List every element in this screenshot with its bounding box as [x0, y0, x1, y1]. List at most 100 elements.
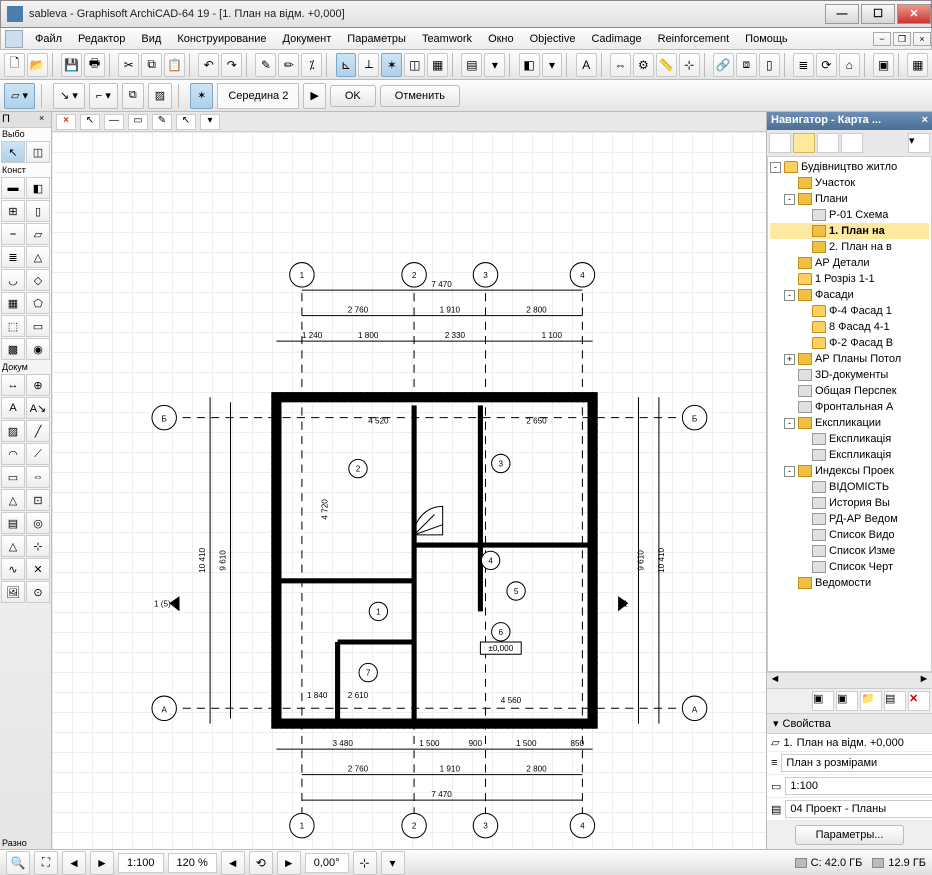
tree-node[interactable]: Общая Перспек	[770, 383, 929, 399]
snap-mode-5-icon[interactable]: ▦	[427, 53, 448, 77]
extra-icon[interactable]: ▦	[907, 53, 928, 77]
window-tool-icon[interactable]: ⊞	[1, 200, 25, 222]
arrow-tool-icon[interactable]: ↖	[1, 141, 25, 163]
tree-node[interactable]: -Будівництво житло	[770, 159, 929, 175]
menu-окно[interactable]: Окно	[480, 31, 522, 47]
toolbox-close-icon[interactable]: ×	[39, 113, 49, 126]
zoom-fit-icon[interactable]: ⛶	[34, 851, 58, 875]
scale-field[interactable]: 1:100	[118, 853, 164, 873]
cut-icon[interactable]: ✂	[118, 53, 139, 77]
tree-node[interactable]: -Фасади	[770, 287, 929, 303]
slab-tool-icon[interactable]: ▱	[26, 223, 50, 245]
distribute-icon[interactable]: ⇔	[610, 53, 631, 77]
view-dropdown-icon[interactable]: ▾	[542, 53, 563, 77]
figure-tool-icon[interactable]: 🖼	[1, 581, 25, 603]
tree-node[interactable]: Ведомости	[770, 575, 929, 591]
cancel-button[interactable]: Отменить	[380, 85, 460, 107]
app-menu-icon[interactable]	[5, 30, 23, 48]
tree-node[interactable]: Фронтальная А	[770, 399, 929, 415]
label-tool-icon[interactable]: A↘	[26, 397, 50, 419]
stairs-icon[interactable]: ≣	[793, 53, 814, 77]
marquee-tab-icon[interactable]: ▭	[128, 114, 148, 130]
tree-node[interactable]: История Вы	[770, 495, 929, 511]
menu-файл[interactable]: Файл	[27, 31, 70, 47]
pan-right-icon[interactable]: ►	[277, 851, 301, 875]
snap-mode-4-icon[interactable]: ◫	[404, 53, 425, 77]
menu-документ[interactable]: Документ	[275, 31, 340, 47]
elevation-tool-icon[interactable]: △	[1, 489, 25, 511]
menu-teamwork[interactable]: Teamwork	[414, 31, 480, 47]
tree-node[interactable]: ВІДОМІСТЬ	[770, 479, 929, 495]
orient-icon[interactable]: ⊹	[353, 851, 377, 875]
fill-tool-icon[interactable]: ▨	[1, 420, 25, 442]
menu-objective[interactable]: Objective	[522, 31, 584, 47]
arc-tool-icon[interactable]: ◠	[1, 443, 25, 465]
curtain-tool-icon[interactable]: ▦	[1, 292, 25, 314]
tree-node[interactable]: 3D-документы	[770, 367, 929, 383]
tree-node[interactable]: Участок	[770, 175, 929, 191]
tree-node[interactable]: Експликація	[770, 431, 929, 447]
tree-node[interactable]: Список Черт	[770, 559, 929, 575]
scroll-left-icon[interactable]: ◄	[767, 673, 783, 688]
angle-field[interactable]: 0,00°	[305, 853, 349, 873]
tree-node[interactable]: 1. План на	[770, 223, 929, 239]
zoom-in-icon[interactable]: 🔍	[6, 851, 30, 875]
save-icon[interactable]: 💾	[61, 53, 82, 77]
nav-save-view[interactable]: ▤	[884, 691, 906, 711]
tree-node[interactable]: Список Изме	[770, 543, 929, 559]
dimension-tool-icon[interactable]: ↔	[1, 374, 25, 396]
navigator-close-icon[interactable]: ×	[922, 114, 928, 128]
wand-icon[interactable]: ✎	[255, 53, 276, 77]
tree-node[interactable]: 2. План на в	[770, 239, 929, 255]
layers-icon[interactable]: ▤	[461, 53, 482, 77]
nav-delete[interactable]: ✕	[908, 691, 930, 711]
nav-action-1[interactable]: ▣	[812, 691, 834, 711]
nav-tab-viewmap[interactable]	[793, 133, 815, 153]
text-tool-icon[interactable]: A	[1, 397, 25, 419]
wand-tab-icon[interactable]: ✎	[152, 114, 172, 130]
mesh-tool-icon[interactable]: ▩	[1, 338, 25, 360]
paste-icon[interactable]: 📋	[164, 53, 185, 77]
arrow-tab-icon[interactable]: ↖	[80, 114, 100, 130]
prop-scale-input[interactable]	[785, 777, 932, 795]
tree-node[interactable]: Р-01 Схема	[770, 207, 929, 223]
menu-параметры[interactable]: Параметры	[339, 31, 414, 47]
beam-tool-icon[interactable]: ⎯	[1, 223, 25, 245]
dropdown-tab-icon[interactable]: ▾	[200, 114, 220, 130]
tree-node[interactable]: -Плани	[770, 191, 929, 207]
axes-icon[interactable]: ⊹	[679, 53, 700, 77]
object-tool-icon[interactable]: ⬚	[1, 315, 25, 337]
pointer-tab-icon[interactable]: ↖	[176, 114, 196, 130]
new-icon[interactable]: 🗋	[4, 53, 25, 77]
zoom-prev-icon[interactable]: ◄	[62, 851, 86, 875]
menu-редактор[interactable]: Редактор	[70, 31, 133, 47]
prop-layers-input[interactable]	[785, 800, 932, 818]
collapse-icon[interactable]: ▾	[484, 53, 505, 77]
drawing-canvas[interactable]: 1234 1234 Б Б А А 1 (5) 1 7 470 2 760 1 …	[52, 132, 766, 849]
drawing-tool-icon[interactable]: ▭	[1, 466, 25, 488]
line-tab-icon[interactable]: —	[104, 114, 124, 130]
roof-tool-icon[interactable]: △	[26, 246, 50, 268]
zoom-field[interactable]: 120 %	[168, 853, 217, 873]
arrow-button[interactable]: ↘ ▾	[53, 83, 85, 109]
building-icon[interactable]: ⌂	[839, 53, 860, 77]
settings-icon[interactable]: ⚙	[633, 53, 654, 77]
print-icon[interactable]: 🖶	[84, 53, 105, 77]
lamp-tool-icon[interactable]: ◉	[26, 338, 50, 360]
tree-node[interactable]: 8 Фасад 4-1	[770, 319, 929, 335]
tree-node[interactable]: Ф-2 Фасад В	[770, 335, 929, 351]
nav-tab-options[interactable]: ▾	[908, 133, 930, 153]
menu-вид[interactable]: Вид	[133, 31, 169, 47]
ok-button[interactable]: OK	[330, 85, 376, 107]
mdi-minimize-button[interactable]: −	[873, 32, 891, 46]
minimize-button[interactable]: —	[825, 4, 859, 24]
nav-tab-layout[interactable]	[817, 133, 839, 153]
hotspot-tool-icon[interactable]: ✕	[26, 558, 50, 580]
snap-mode-3-icon[interactable]: ✶	[381, 53, 402, 77]
door-tool-icon[interactable]: ◧	[26, 177, 50, 199]
group-button[interactable]: ⧉	[122, 83, 144, 109]
polyline-tool-icon[interactable]: ⟋	[26, 443, 50, 465]
parameters-button[interactable]: Параметры...	[795, 825, 905, 845]
spline-tool-icon[interactable]: ∿	[1, 558, 25, 580]
tree-node[interactable]: -Експликации	[770, 415, 929, 431]
